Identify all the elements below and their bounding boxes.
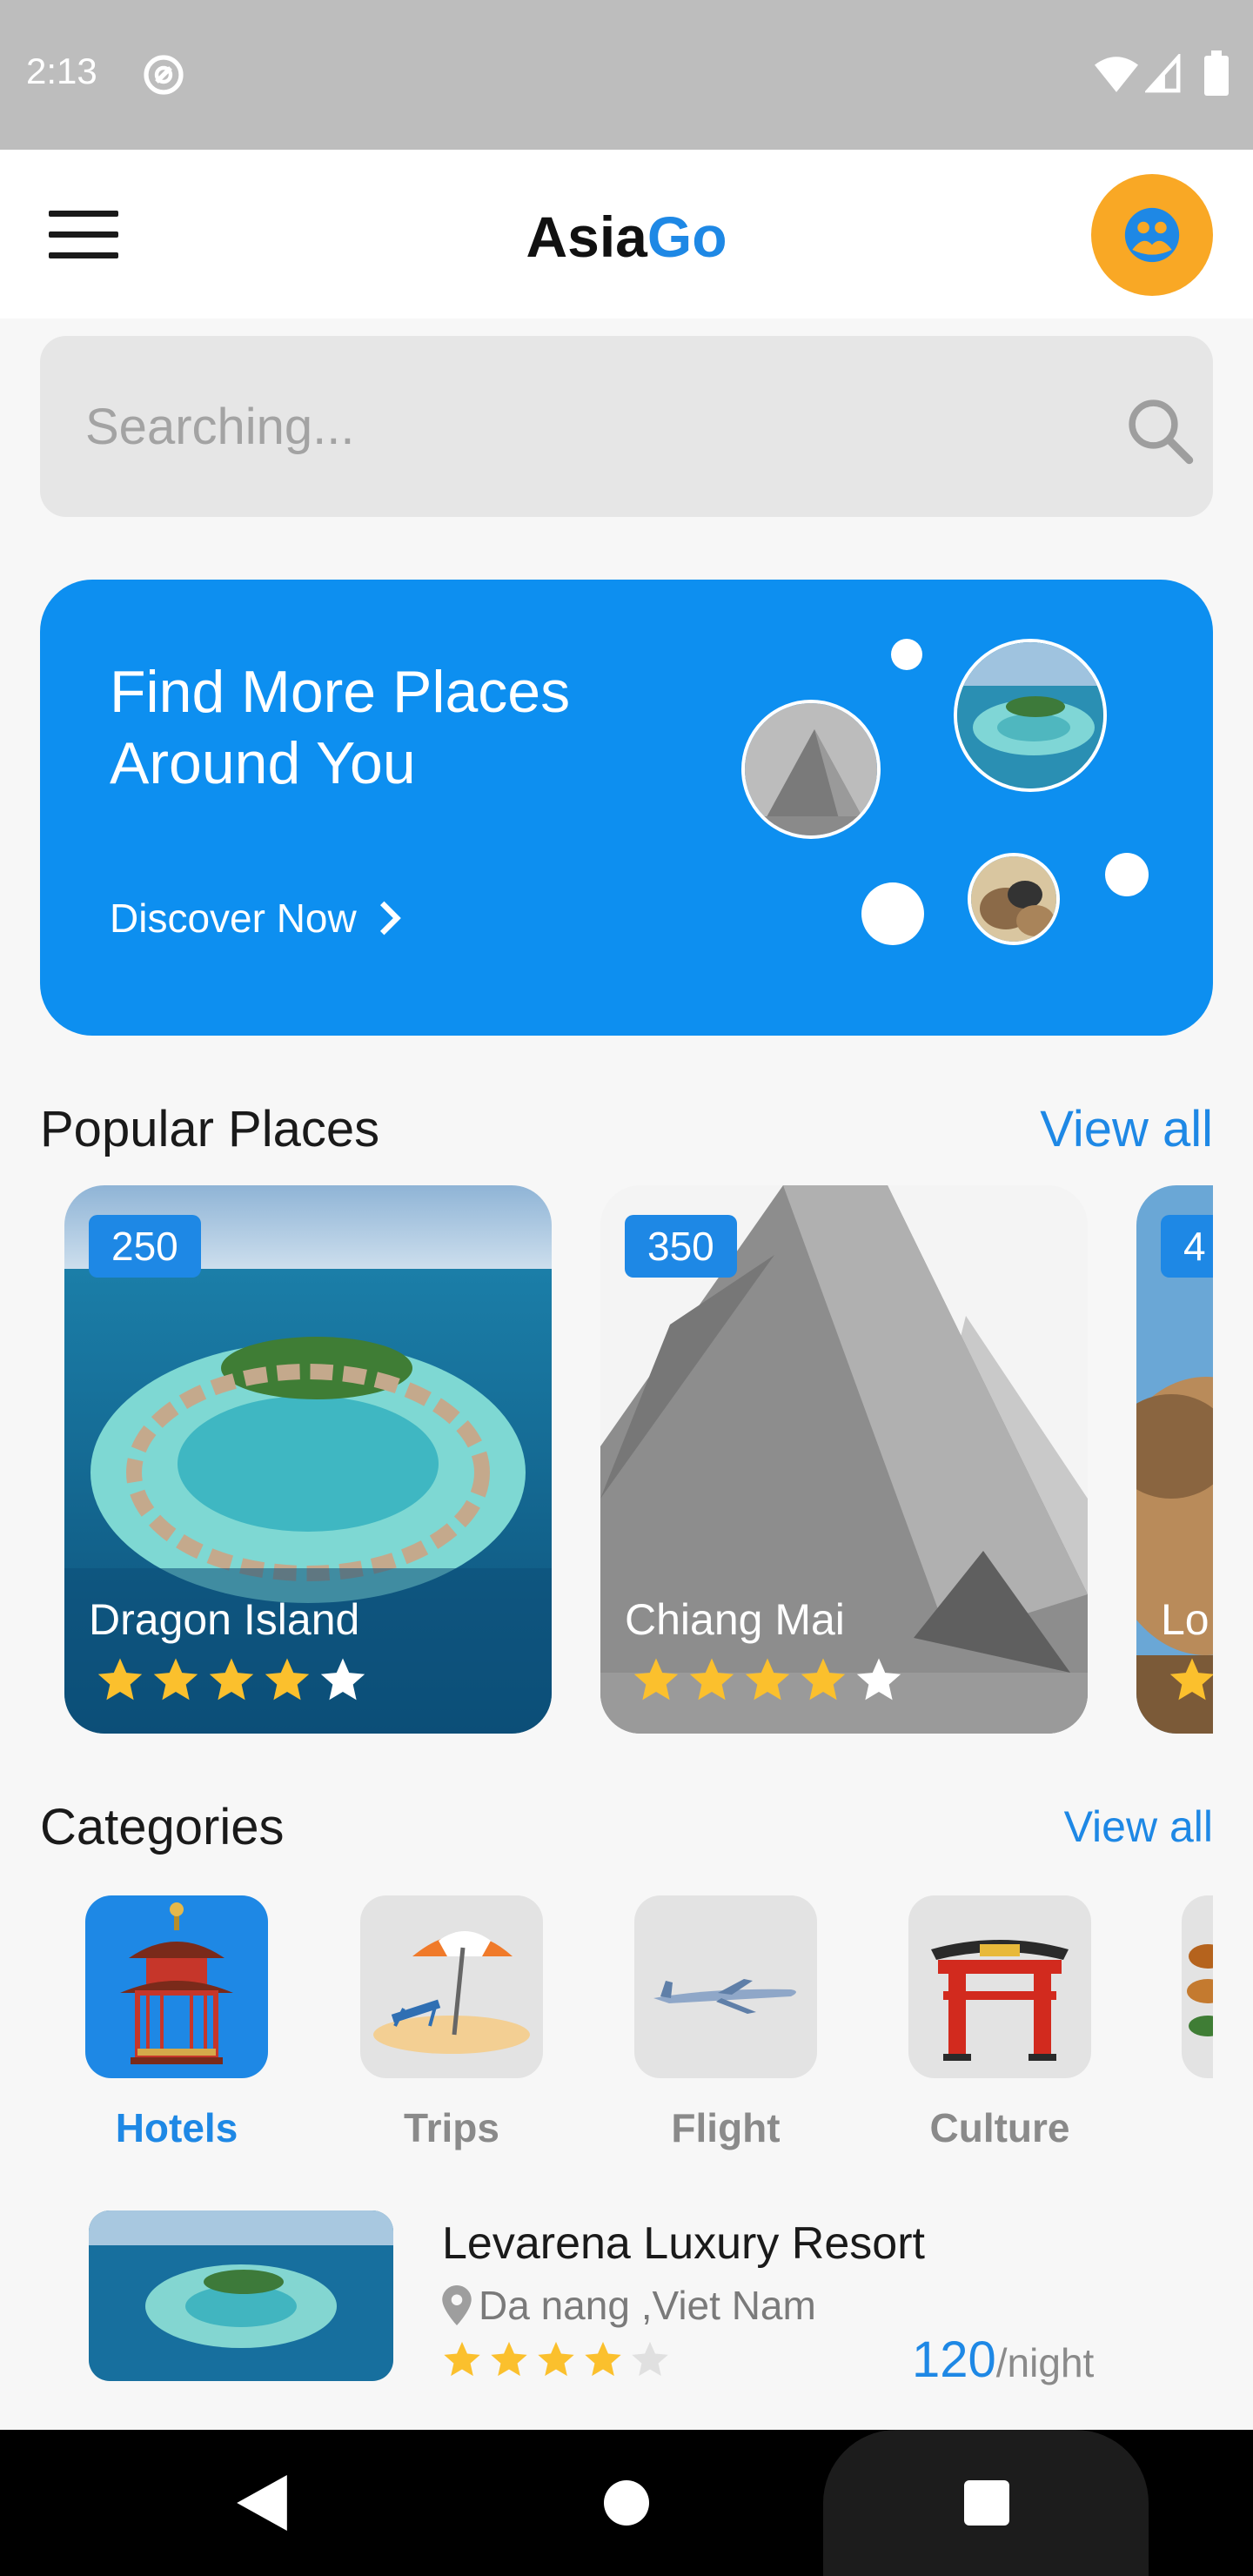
category-culture[interactable]: Culture <box>908 1895 1091 2151</box>
pagoda-icon <box>120 1902 233 2064</box>
category-tile <box>360 1895 543 2078</box>
categories-title: Categories <box>40 1799 285 1855</box>
category-trips[interactable]: Trips <box>360 1895 543 2151</box>
star-filled-icon <box>801 1658 846 1701</box>
place-card-clip: 4 Lo <box>1136 1185 1213 1734</box>
star-filled-icon <box>97 1658 143 1701</box>
star-empty-icon <box>320 1658 365 1701</box>
status-bar: 2:13 <box>0 0 1253 150</box>
star-filled-icon <box>745 1658 790 1701</box>
hotel-rating <box>442 2339 670 2379</box>
beach-umbrella-icon <box>373 1931 530 2054</box>
place-card-partial[interactable]: 4 Lo <box>1136 1185 1213 1734</box>
star-filled-icon <box>209 1658 254 1701</box>
asian-gate-icon <box>931 1940 1069 2061</box>
battery-icon <box>1204 50 1229 96</box>
popular-view-all-link[interactable]: View all <box>1040 1100 1213 1158</box>
app-title-go: Go <box>647 205 727 269</box>
banner-line-2: Around You <box>110 730 416 796</box>
category-tile <box>1182 1895 1213 2078</box>
island-thumbnail <box>954 639 1107 792</box>
place-price-badge: 350 <box>625 1215 737 1278</box>
hotel-price-amount: 120 <box>912 2331 996 2388</box>
category-tile <box>634 1895 817 2078</box>
decor-dot <box>891 639 922 670</box>
hotel-price-unit: /night <box>995 2340 1095 2385</box>
signal-icon <box>1145 54 1181 93</box>
app-title-asia: Asia <box>526 205 647 269</box>
hotel-thumbnail <box>89 2210 393 2381</box>
banner-line-1: Find More Places <box>110 659 571 725</box>
category-tile <box>85 1895 268 2078</box>
star-filled-icon <box>585 2341 621 2377</box>
decor-dot <box>861 882 924 945</box>
place-price-badge: 250 <box>89 1215 201 1278</box>
airplane-icon <box>653 1979 796 2014</box>
category-label: Culture <box>929 2105 1070 2150</box>
hotel-list-item[interactable]: Levarena Luxury Resort Da nang ,Viet Nam… <box>89 2210 1185 2388</box>
app-title: AsiaGo <box>0 204 1253 270</box>
category-flight[interactable]: Flight <box>634 1895 817 2151</box>
place-card-dragon-island[interactable]: 250 Dragon Island <box>64 1185 552 1734</box>
recents-icon[interactable] <box>964 2480 1009 2526</box>
star-filled-icon <box>444 2341 480 2377</box>
hotel-name: Levarena Luxury Resort <box>442 2218 925 2269</box>
star-filled-icon <box>538 2341 574 2377</box>
food-icon <box>1187 1944 1213 2036</box>
hotel-location: Da nang ,Viet Nam <box>442 2282 816 2329</box>
decor-dot <box>1105 853 1149 896</box>
categories-view-all-link[interactable]: View all <box>1064 1801 1213 1852</box>
star-filled-icon <box>265 1658 310 1701</box>
banner-headline: Find More Places Around You <box>110 656 719 799</box>
category-label: Hotels <box>115 2105 238 2150</box>
wifi-icon <box>1095 57 1138 92</box>
rocks-thumbnail <box>968 853 1060 945</box>
chevron-right-icon <box>379 901 401 936</box>
back-icon[interactable] <box>237 2475 287 2531</box>
star-filled-icon <box>1169 1658 1213 1701</box>
at-sign-icon <box>144 55 184 95</box>
place-rating <box>632 1655 903 1704</box>
place-rating <box>96 1655 367 1704</box>
category-food[interactable] <box>1182 1895 1213 2078</box>
promo-banner: Find More Places Around You Discover Now <box>40 580 1213 1036</box>
place-name: Dragon Island <box>89 1595 360 1644</box>
category-tile <box>908 1895 1091 2078</box>
place-card-chiang-mai[interactable]: 350 Chiang Mai <box>600 1185 1088 1734</box>
star-empty-icon <box>632 2341 668 2377</box>
category-hotels[interactable]: Hotels <box>85 1895 268 2151</box>
star-empty-icon <box>856 1658 901 1701</box>
category-clip <box>1182 1895 1213 2078</box>
search-bar <box>40 336 1213 517</box>
hotel-price: 120/night <box>912 2331 1094 2389</box>
profile-icon <box>1124 207 1180 263</box>
search-input[interactable] <box>85 385 1042 468</box>
star-filled-icon <box>153 1658 198 1701</box>
category-label: Trips <box>404 2105 499 2150</box>
popular-places-title: Popular Places <box>40 1101 380 1157</box>
app-bar: AsiaGo <box>0 150 1253 319</box>
star-filled-icon <box>689 1658 734 1701</box>
hotel-location-text: Da nang ,Viet Nam <box>479 2283 816 2328</box>
place-rating <box>1168 1655 1213 1704</box>
location-pin-icon <box>442 2285 472 2325</box>
search-icon[interactable] <box>1121 392 1199 470</box>
pyramid-thumbnail <box>741 700 881 839</box>
category-label: Flight <box>671 2105 781 2150</box>
star-filled-icon <box>633 1658 679 1701</box>
status-time: 2:13 <box>26 50 97 91</box>
place-name: Lo <box>1161 1595 1209 1644</box>
home-icon[interactable] <box>604 2480 649 2526</box>
place-name: Chiang Mai <box>625 1595 845 1644</box>
profile-avatar-button[interactable] <box>1091 174 1213 296</box>
place-price-badge: 4 <box>1161 1215 1213 1278</box>
star-filled-icon <box>491 2341 527 2377</box>
system-nav-bar <box>0 2430 1253 2576</box>
discover-now-label: Discover Now <box>110 896 357 941</box>
discover-now-button[interactable]: Discover Now <box>110 895 404 942</box>
